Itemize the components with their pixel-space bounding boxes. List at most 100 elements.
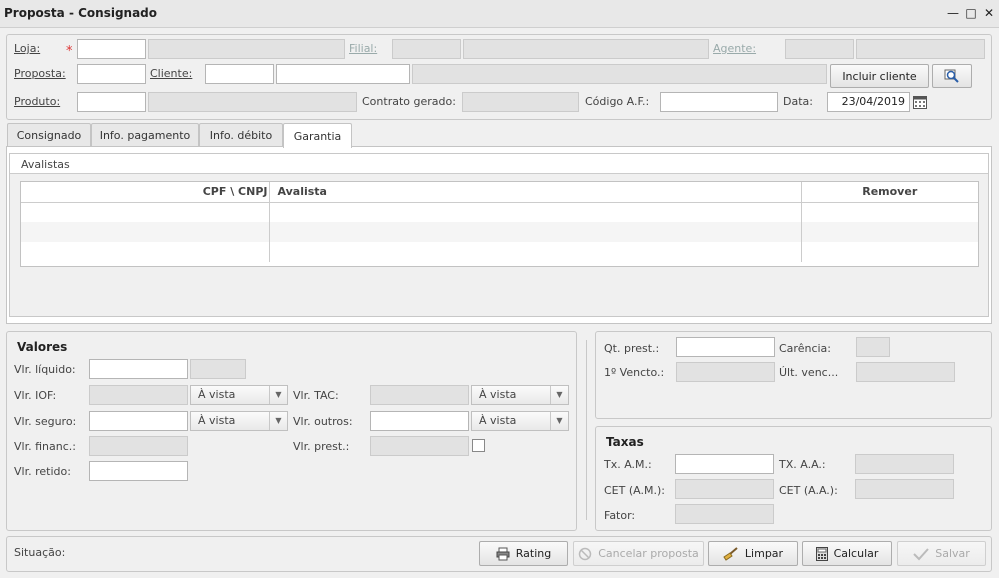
vlr-financ-label: Vlr. financ.:: [14, 440, 76, 453]
vencto-label: 1º Vencto.:: [604, 366, 665, 379]
ult-venc-field: [856, 362, 955, 382]
loja-label: Loja:: [14, 42, 41, 55]
chevron-down-icon: ▼: [269, 412, 287, 430]
close-icon[interactable]: ✕: [982, 6, 996, 20]
limpar-button[interactable]: Limpar: [708, 541, 798, 566]
salvar-button[interactable]: Salvar: [897, 541, 986, 566]
maximize-icon[interactable]: □: [964, 6, 978, 20]
vlr-tac-field: [370, 385, 469, 405]
avalistas-group: Avalistas CPF \ CNPJ Avalista Remover: [9, 153, 989, 317]
vlr-iof-field: [89, 385, 188, 405]
magnifier-icon: [944, 69, 959, 83]
column-avalista[interactable]: Avalista: [269, 182, 802, 203]
qt-prest-input[interactable]: [676, 337, 775, 357]
agente-code-field: [785, 39, 854, 59]
vlr-prest-checkbox[interactable]: [472, 439, 485, 452]
vlr-iof-label: Vlr. IOF:: [14, 389, 57, 402]
agente-label: Agente:: [713, 42, 757, 55]
codigo-af-label: Código A.F.:: [585, 95, 650, 108]
avalistas-header: Avalistas: [10, 154, 988, 174]
ult-venc-label: Últ. venc...: [779, 366, 839, 379]
cet-aa-field: [855, 479, 954, 499]
window-title: Proposta - Consignado: [4, 6, 158, 20]
proposta-label: Proposta:: [14, 67, 66, 80]
table-row[interactable]: [21, 202, 978, 222]
produto-label: Produto:: [14, 95, 61, 108]
tab-content: Avalistas CPF \ CNPJ Avalista Remover: [6, 146, 992, 324]
outros-payment-select[interactable]: À vista ▼: [471, 411, 569, 431]
vlr-prest-label: Vlr. prest.:: [293, 440, 350, 453]
vlr-tac-label: Vlr. TAC:: [293, 389, 339, 402]
tab-garantia[interactable]: Garantia: [283, 123, 352, 148]
vlr-retido-input[interactable]: [89, 461, 188, 481]
proposta-input[interactable]: [77, 64, 146, 84]
cet-am-field: [675, 479, 774, 499]
rating-label: Rating: [515, 547, 552, 560]
data-label: Data:: [783, 95, 813, 108]
tac-payment-select[interactable]: À vista ▼: [471, 385, 569, 405]
cancel-icon: [578, 547, 592, 560]
tx-am-label: Tx. A.M.:: [604, 458, 652, 471]
column-remover[interactable]: Remover: [801, 182, 978, 203]
filial-name-field: [463, 39, 709, 59]
vlr-seguro-label: Vlr. seguro:: [14, 415, 77, 428]
check-icon: [913, 547, 929, 560]
tx-aa-label: TX. A.A.:: [779, 458, 826, 471]
required-mark: *: [66, 44, 73, 59]
incluir-cliente-button[interactable]: Incluir cliente: [830, 64, 929, 88]
search-button[interactable]: [932, 64, 972, 88]
seguro-payment-select[interactable]: À vista ▼: [190, 411, 288, 431]
minimize-icon[interactable]: —: [946, 6, 960, 20]
cliente-code-input[interactable]: [205, 64, 274, 84]
salvar-label: Salvar: [935, 547, 970, 560]
cliente-label: Cliente:: [150, 67, 193, 80]
rating-button[interactable]: Rating: [479, 541, 568, 566]
table-row[interactable]: [21, 222, 978, 242]
cancelar-label: Cancelar proposta: [598, 547, 699, 560]
vencto-field: [676, 362, 775, 382]
avalistas-table: CPF \ CNPJ Avalista Remover: [20, 181, 979, 267]
column-cpf-cnpj[interactable]: CPF \ CNPJ: [21, 182, 270, 203]
outros-payment-value: À vista: [479, 414, 517, 427]
cet-aa-label: CET (A.A.):: [779, 484, 838, 497]
loja-name-field: [148, 39, 345, 59]
cliente-name-field: [412, 64, 827, 84]
produto-code-input[interactable]: [77, 92, 146, 112]
carencia-field: [856, 337, 890, 357]
data-input[interactable]: 23/04/2019: [827, 92, 910, 112]
valores-title: Valores: [17, 340, 68, 354]
codigo-af-input[interactable]: [660, 92, 778, 112]
cet-am-label: CET (A.M.):: [604, 484, 665, 497]
calcular-button[interactable]: Calcular: [802, 541, 892, 566]
situacao-label: Situação:: [14, 546, 66, 559]
cliente-doc-input[interactable]: [276, 64, 410, 84]
taxas-title: Taxas: [606, 435, 644, 449]
tac-payment-value: À vista: [479, 388, 517, 401]
table-row[interactable]: [21, 242, 978, 262]
vlr-retido-label: Vlr. retido:: [14, 465, 71, 478]
filial-label: Filial:: [349, 42, 378, 55]
chevron-down-icon: ▼: [269, 386, 287, 404]
tab-consignado[interactable]: Consignado: [7, 123, 91, 147]
title-bar: Proposta - Consignado — □ ✕: [0, 0, 999, 28]
cancelar-proposta-button[interactable]: Cancelar proposta: [573, 541, 704, 566]
limpar-label: Limpar: [744, 547, 784, 560]
iof-payment-select[interactable]: À vista ▼: [190, 385, 288, 405]
calendar-icon[interactable]: [913, 95, 927, 109]
tx-am-input[interactable]: [675, 454, 774, 474]
printer-icon: [496, 547, 510, 560]
loja-code-input[interactable]: [77, 39, 146, 59]
agente-name-field: [856, 39, 985, 59]
vlr-prest-field: [370, 436, 469, 456]
vlr-liquido-input[interactable]: [89, 359, 188, 379]
broom-icon: [723, 546, 738, 561]
contrato-label: Contrato gerado:: [362, 95, 456, 108]
chevron-down-icon: ▼: [550, 412, 568, 430]
tab-info-debito[interactable]: Info. débito: [199, 123, 283, 147]
tab-info-pagamento[interactable]: Info. pagamento: [91, 123, 199, 147]
calculator-icon: [815, 546, 828, 561]
seguro-payment-value: À vista: [198, 414, 236, 427]
vlr-outros-input[interactable]: [370, 411, 469, 431]
vlr-seguro-input[interactable]: [89, 411, 188, 431]
panel-divider: [586, 340, 587, 520]
